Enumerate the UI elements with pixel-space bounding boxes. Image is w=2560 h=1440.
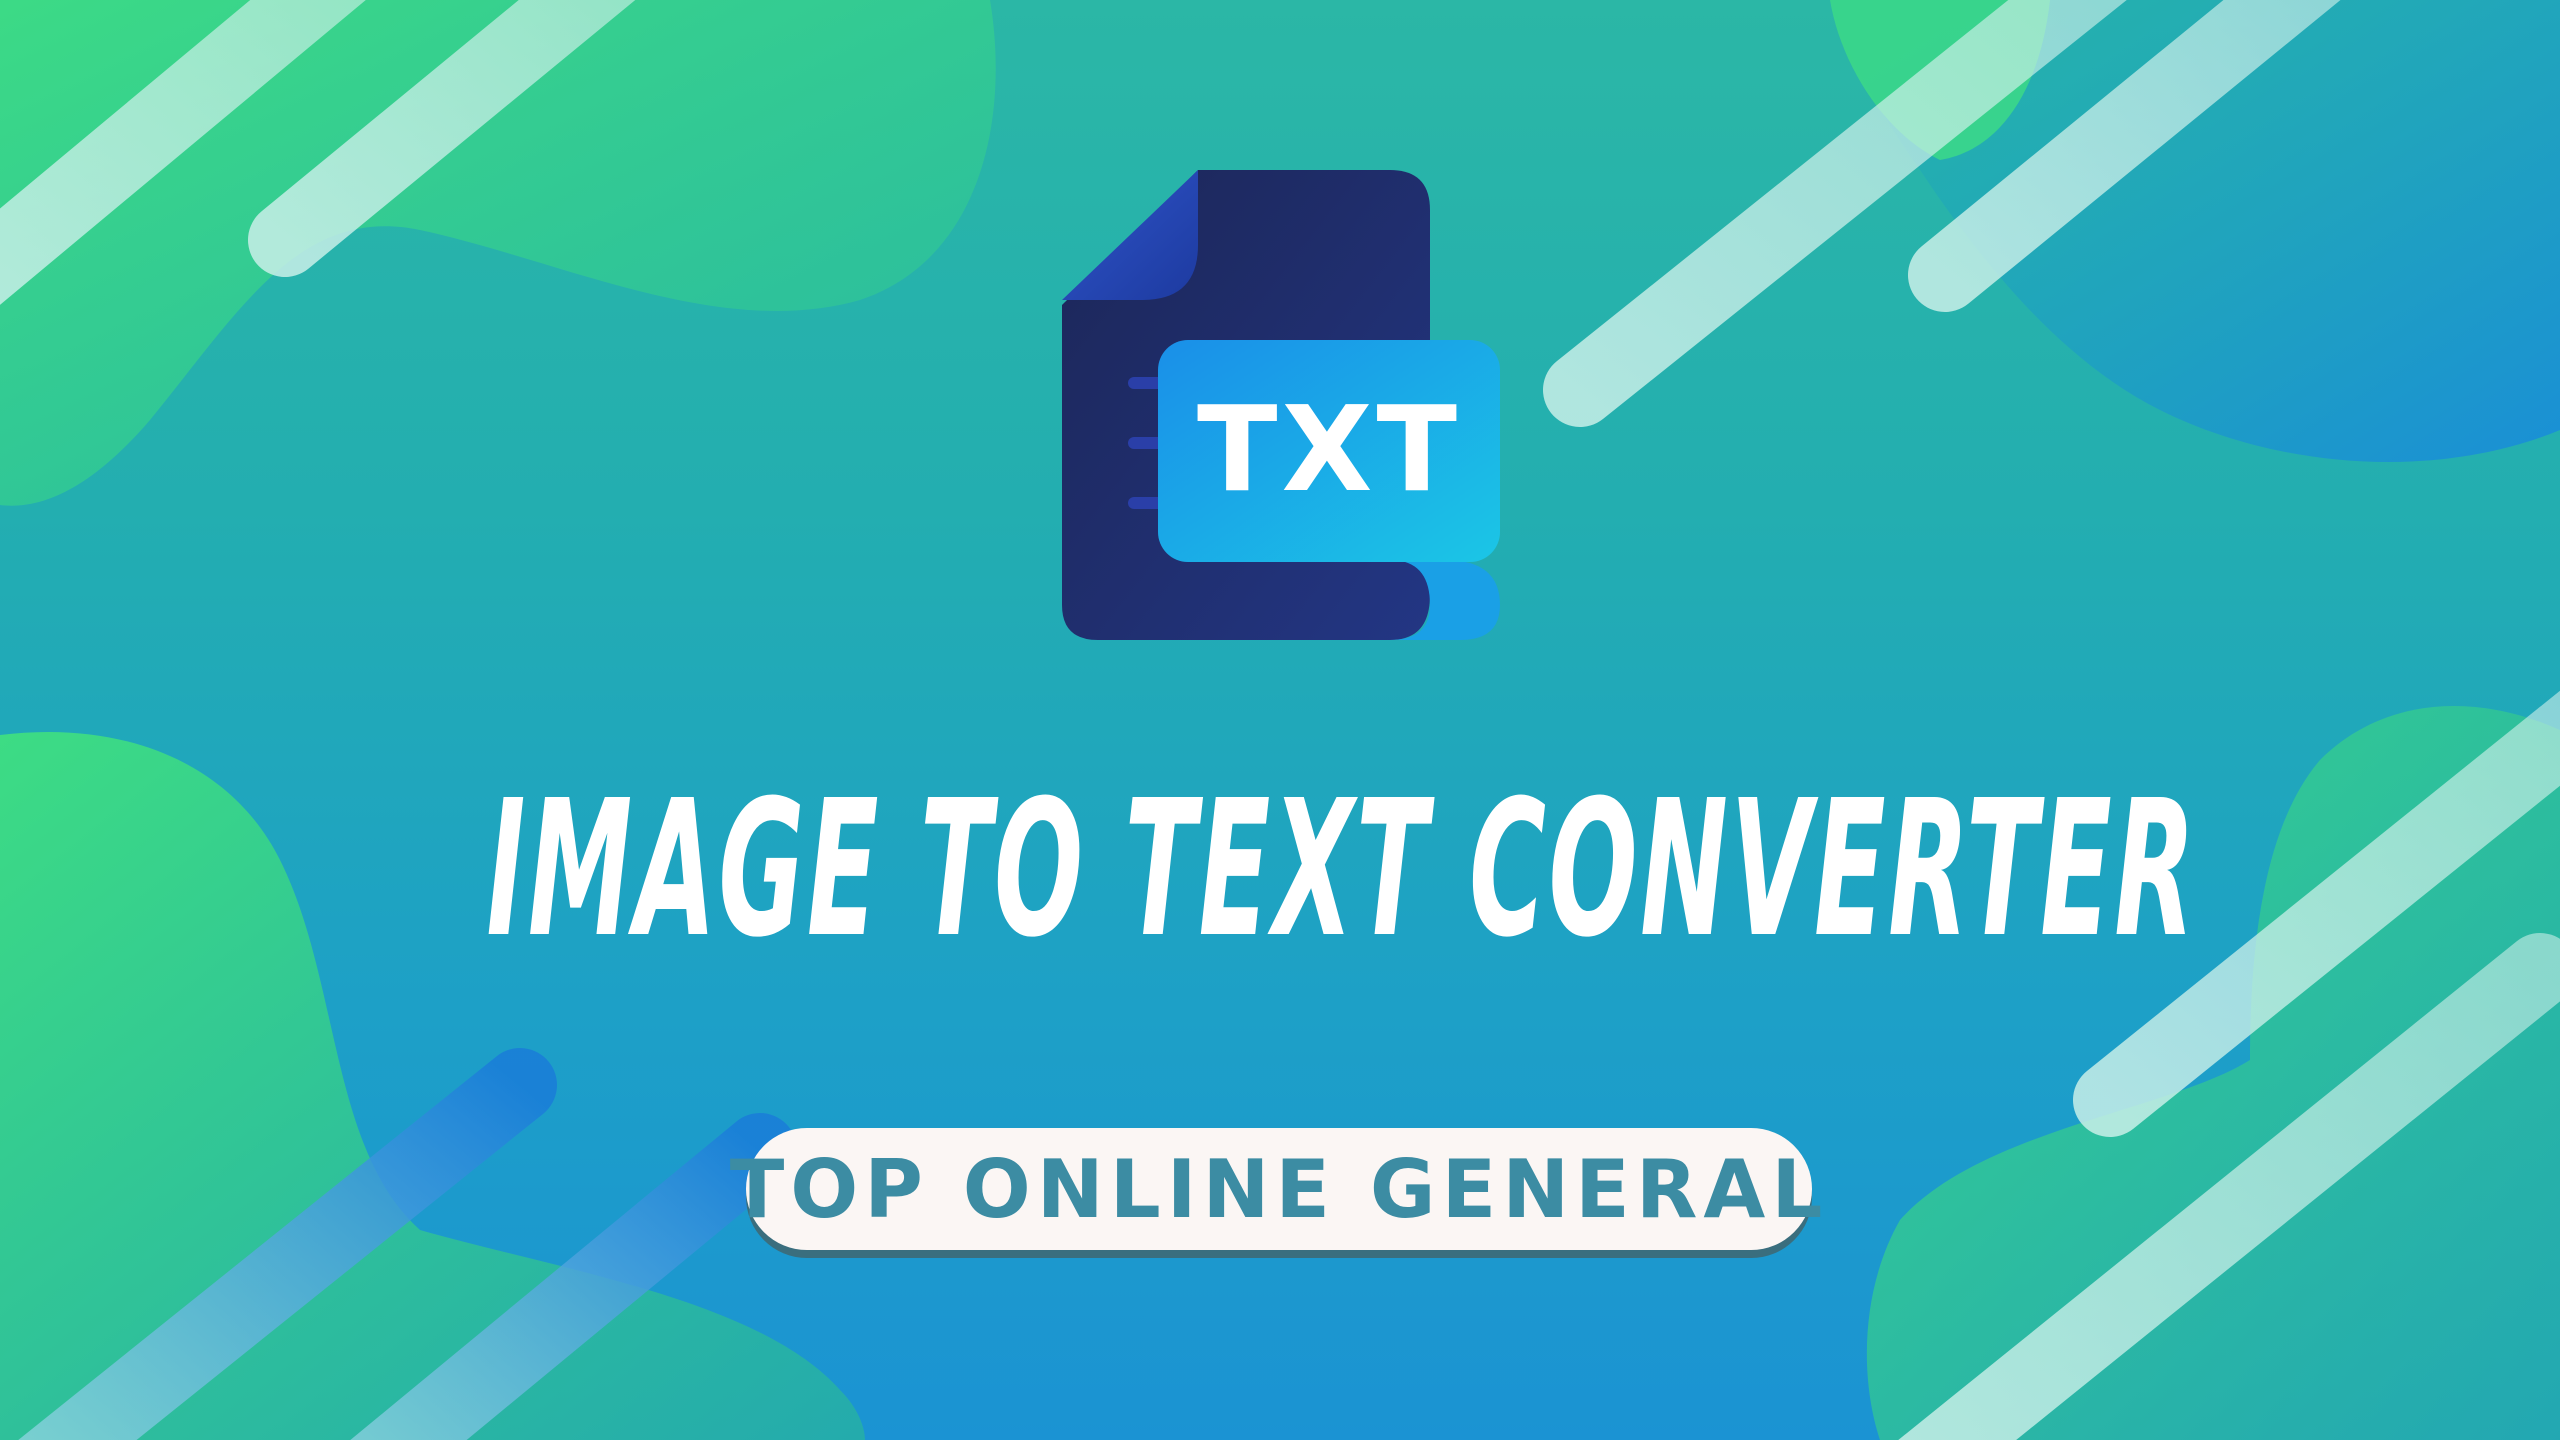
txt-file-icon: TXT <box>1050 165 1510 645</box>
tag-label: TXT <box>1197 380 1461 518</box>
banner: TXT IMAGE TO TEXT CONVERTER TOP ONLINE G… <box>0 0 2560 1440</box>
badge: TOP ONLINE GENERAL <box>730 1128 1822 1250</box>
page-title: IMAGE TO TEXT CONVERTER <box>486 760 2198 979</box>
badge-label: TOP ONLINE GENERAL <box>729 1142 1829 1236</box>
file-fold <box>1062 170 1198 300</box>
